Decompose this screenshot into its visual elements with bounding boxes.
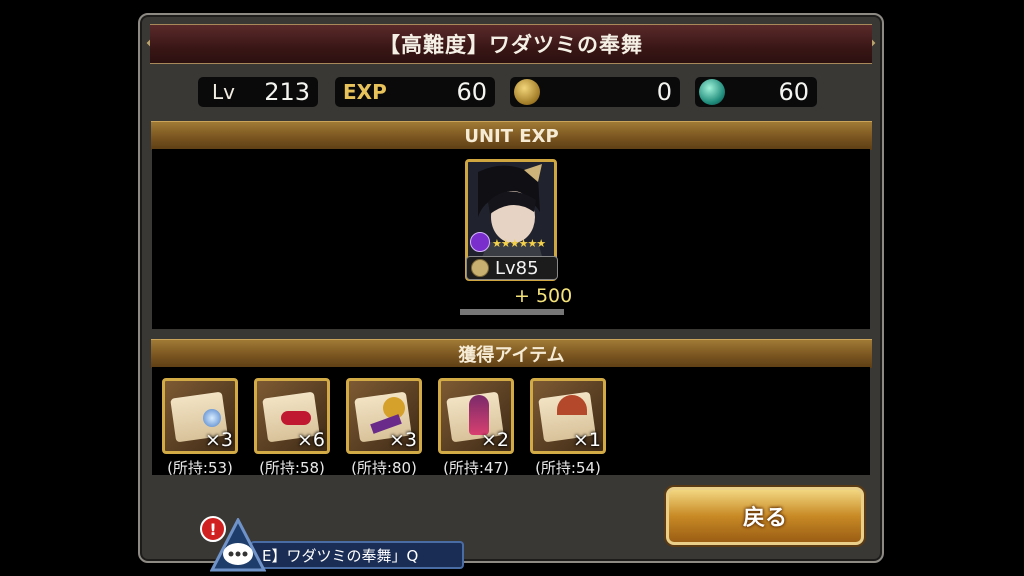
item-count: ×6: [296, 429, 325, 451]
crystal-orb-icon: [203, 409, 221, 427]
item-count: ×2: [480, 429, 509, 451]
gold-coin-icon: [514, 79, 540, 105]
item-slot-1[interactable]: ×3: [162, 378, 238, 454]
back-button-label: 戻る: [742, 506, 787, 531]
gold-box: 0: [510, 77, 680, 107]
unit-exp-progress-bar: [460, 309, 564, 315]
item-slot-3[interactable]: ×3: [346, 378, 422, 454]
orb-value: 60: [778, 78, 809, 106]
item-count: ×1: [572, 429, 601, 451]
chat-alert-badge: !: [200, 516, 226, 542]
level-medal-icon: [471, 259, 489, 277]
unit-exp-title: UNIT EXP: [464, 125, 559, 147]
exp-value: 60: [456, 78, 487, 106]
item-owned-4: (所持:47): [443, 459, 509, 477]
chat-ticker[interactable]: E】ワダツミの奉舞」Q: [250, 541, 464, 569]
item-slot-2[interactable]: ×6: [254, 378, 330, 454]
item-slot-4[interactable]: ×2: [438, 378, 514, 454]
item-owned-2: (所持:58): [259, 459, 325, 477]
item-owned-3: (所持:80): [351, 459, 417, 477]
items-header: 獲得アイテム: [151, 339, 872, 368]
item-owned-1: (所持:53): [167, 459, 233, 477]
items-title: 獲得アイテム: [458, 345, 565, 366]
unit-exp-header: UNIT EXP: [151, 121, 872, 150]
unit-level: Lv85: [495, 257, 539, 279]
item-count: ×3: [388, 429, 417, 451]
exp-label: EXP: [343, 80, 387, 104]
player-level-value: 213: [264, 78, 310, 106]
item-owned-5: (所持:54): [535, 459, 601, 477]
item-count: ×3: [204, 429, 233, 451]
quest-title: 【高難度】ワダツミの奉舞: [379, 33, 643, 57]
unit-class-icon: [470, 232, 490, 252]
exp-box: EXP 60: [335, 77, 495, 107]
player-level-box: Lv 213: [198, 77, 318, 107]
unit-level-badge: Lv85: [466, 256, 558, 280]
unit-rarity-stars-icon: ★★★★★★: [492, 237, 546, 250]
unit-exp-gain: + 500: [514, 285, 573, 307]
red-cloth-icon: [281, 411, 311, 425]
orb-icon: [699, 79, 725, 105]
quest-title-bar: 【高難度】ワダツミの奉舞: [150, 24, 872, 64]
chat-ticker-text: E】ワダツミの奉舞」Q: [262, 546, 419, 565]
player-level-label: Lv: [212, 80, 235, 104]
item-slot-5[interactable]: ×1: [530, 378, 606, 454]
gold-value: 0: [656, 78, 672, 106]
back-button[interactable]: 戻る: [666, 487, 864, 545]
orb-box: 60: [695, 77, 817, 107]
